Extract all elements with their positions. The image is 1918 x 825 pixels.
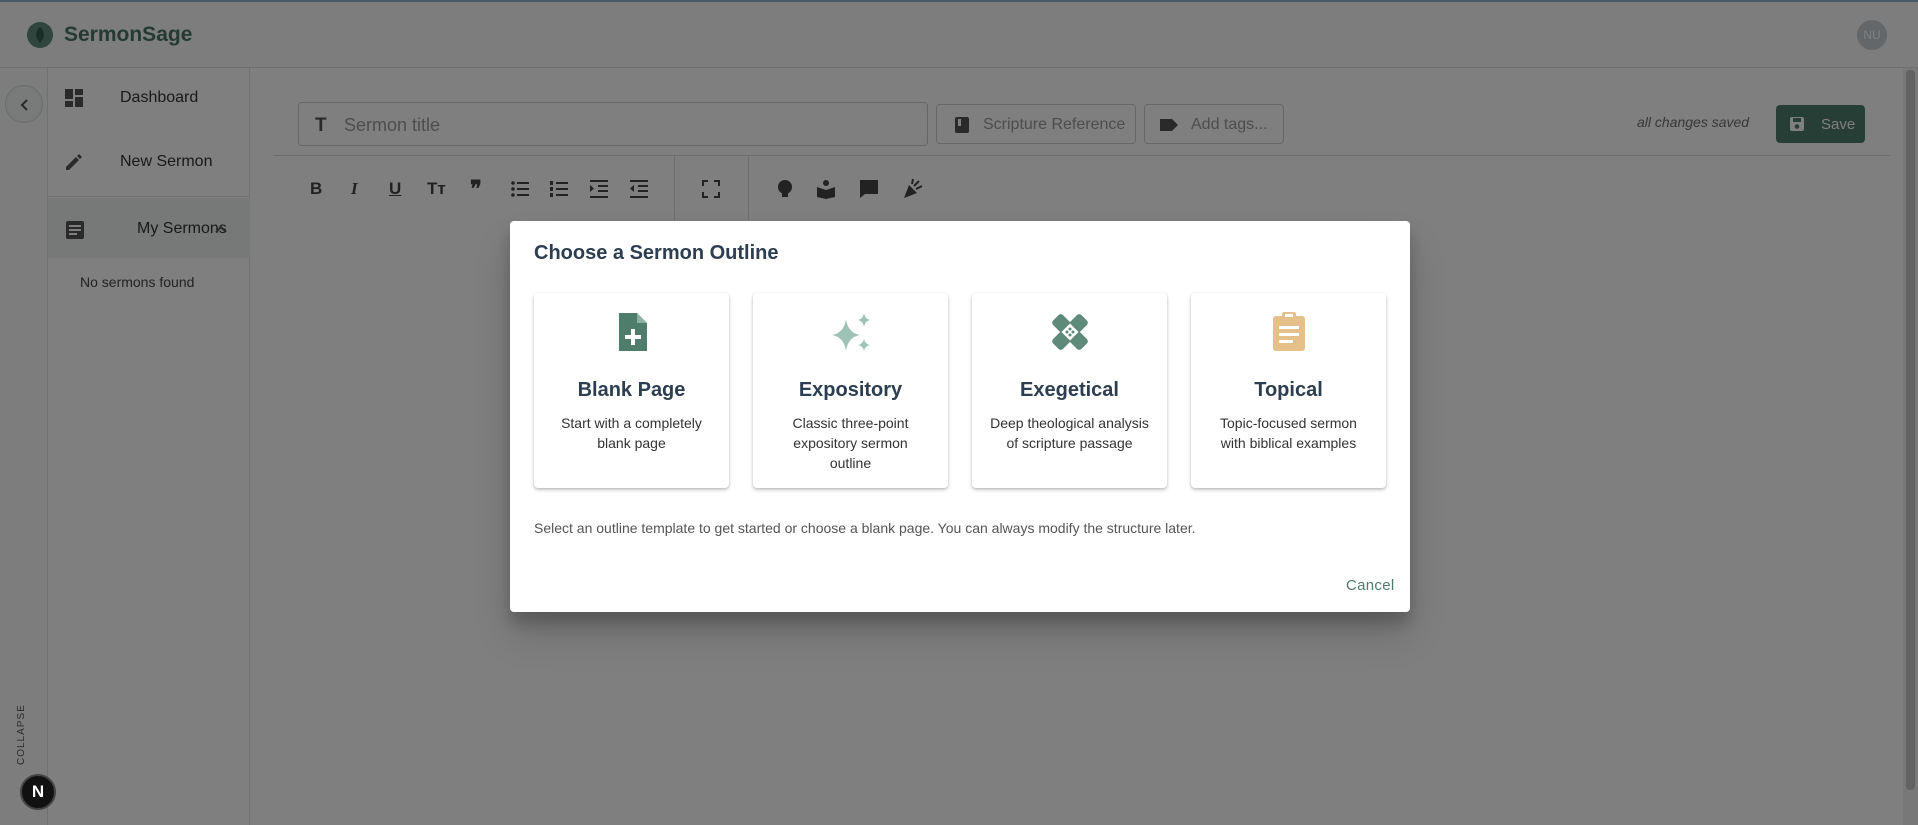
card-title: Exegetical — [1020, 379, 1119, 401]
next-dev-badge[interactable]: N — [20, 774, 56, 810]
dialog-help-text: Select an outline template to get starte… — [534, 520, 1196, 536]
note-add-icon — [619, 313, 647, 351]
clipboard-icon — [1273, 312, 1305, 351]
card-title: Topical — [1254, 379, 1323, 401]
outline-card-exegetical[interactable]: Exegetical Deep theological analysis of … — [972, 293, 1167, 488]
card-description: Deep theological analysis of scripture p… — [990, 415, 1149, 451]
outline-card-blank-page[interactable]: Blank Page Start with a completely blank… — [534, 293, 729, 488]
sparkle-icon — [832, 313, 870, 351]
card-title: Expository — [798, 379, 903, 401]
cancel-button[interactable]: Cancel — [1346, 577, 1395, 594]
outline-card-expository[interactable]: Expository Classic three-point expositor… — [753, 293, 948, 488]
bandage-icon — [1052, 314, 1088, 350]
dialog-title: Choose a Sermon Outline — [534, 242, 779, 264]
card-title: Blank Page — [577, 379, 686, 401]
card-description: Start with a completely blank page — [561, 415, 702, 451]
card-description: Classic three-point expository sermon ou… — [792, 415, 909, 471]
card-description: Topic-focused sermon with biblical examp… — [1220, 415, 1357, 451]
outline-dialog: Choose a Sermon Outline Blank Page Start… — [510, 221, 1410, 612]
outline-card-topical[interactable]: Topical Topic-focused sermon with biblic… — [1191, 293, 1386, 488]
